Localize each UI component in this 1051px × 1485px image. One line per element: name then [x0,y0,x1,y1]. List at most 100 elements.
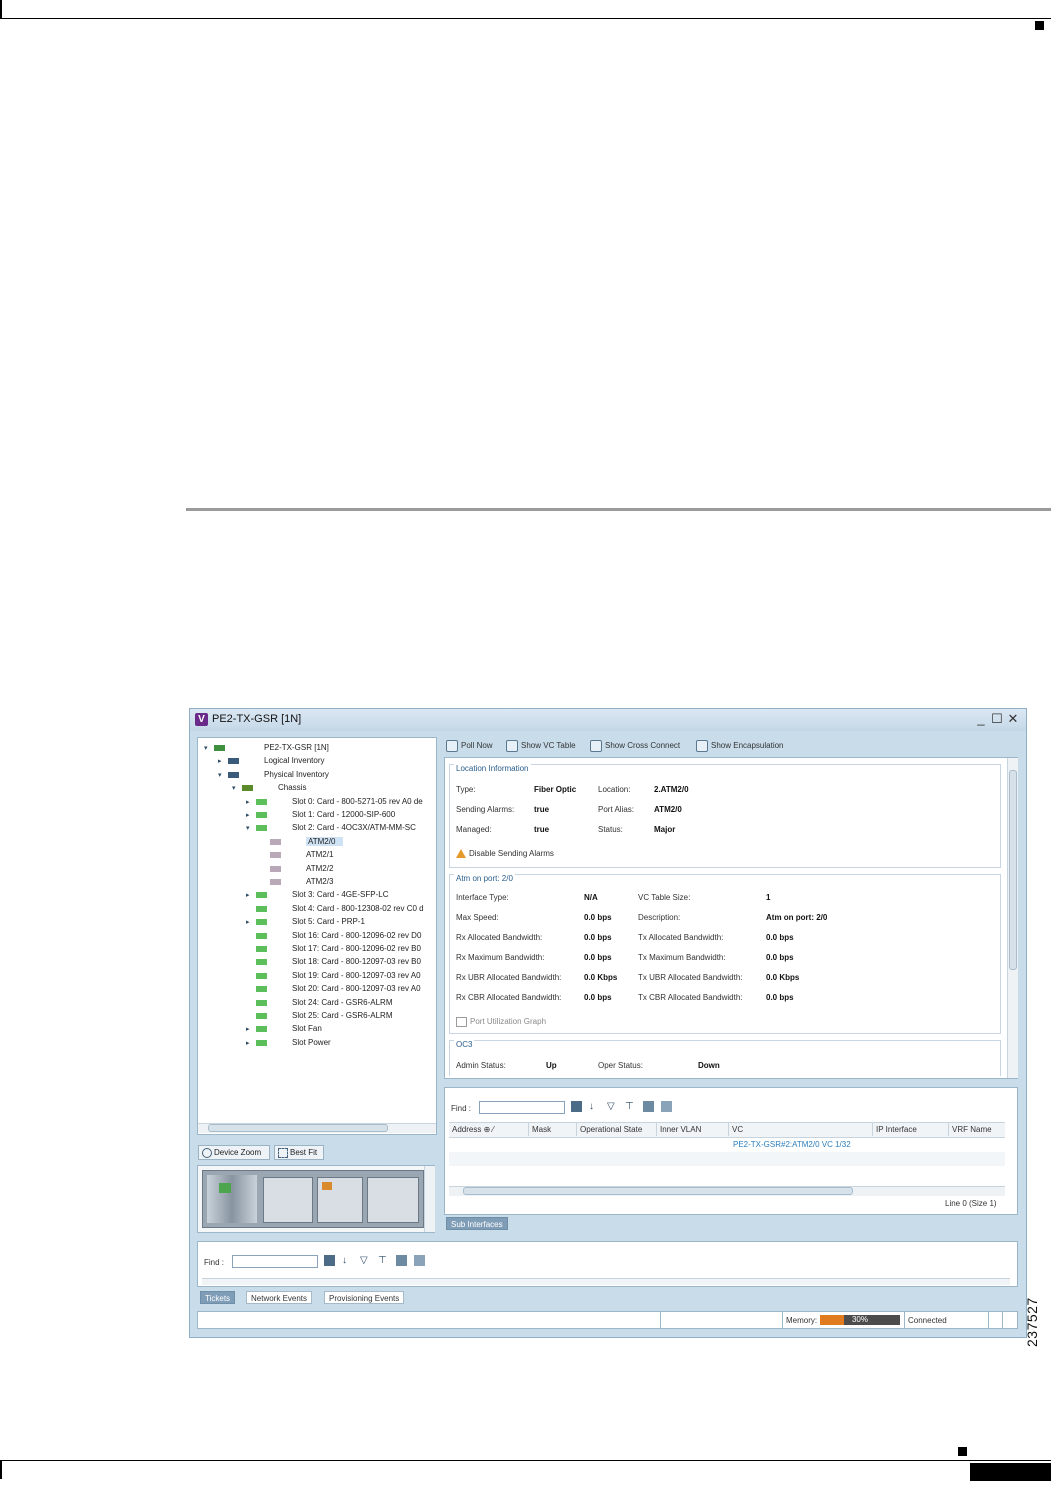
tree-item[interactable]: Slot 19: Card - 800-12097-03 rev A0 [198,970,436,983]
tree-item[interactable]: ATM2/1 [198,849,436,862]
filter-icon[interactable]: ▽ [360,1255,371,1266]
column-header-address[interactable]: Address ⊕ ⁄ [449,1123,529,1136]
show-encapsulation-button[interactable]: Show Encapsulation [696,740,784,752]
port-utilization-graph-link[interactable]: Port Utilization Graph [456,1017,546,1027]
show-vc-table-button[interactable]: Show VC Table [506,740,576,752]
tree-item[interactable]: ▾ Physical Inventory [198,769,436,782]
poll-now-button[interactable]: Poll Now [446,740,493,752]
table-horizontal-scrollbar[interactable] [449,1186,1005,1196]
table-row[interactable]: PE2-TX-GSR#2:ATM2/0 VC 1/32 [449,1138,1005,1151]
advanced-filter-icon[interactable]: ⊤ [625,1101,636,1112]
status-divider [988,1312,989,1328]
fit-icon [278,1147,288,1158]
tree-item[interactable]: ▸ Slot 1: Card - 12000-SIP-600 [198,809,436,822]
disable-alarms-link[interactable]: Disable Sending Alarms [456,849,554,859]
expand-arrow-icon[interactable]: ▸ [246,1025,250,1033]
collapse-arrow-icon[interactable]: ▾ [246,824,250,832]
tree-item[interactable]: Slot 18: Card - 800-12097-03 rev B0 [198,956,436,969]
map-vertical-scrollbar[interactable] [424,1166,435,1232]
expand-arrow-icon[interactable]: ▸ [246,798,250,806]
device-zoom-button[interactable]: Device Zoom [198,1145,270,1160]
sort-icon[interactable]: ↓ [342,1255,353,1266]
refresh-icon [446,740,458,752]
tab-sub-interfaces[interactable]: Sub Interfaces [446,1217,508,1230]
column-header-vrf-name[interactable]: VRF Name [949,1123,1005,1136]
footer-rule [0,1460,1051,1461]
port-utilization-graph-label: Port Utilization Graph [470,1017,547,1027]
card-icon [256,905,267,912]
export-icon[interactable] [324,1255,335,1266]
expand-arrow-icon[interactable]: ▸ [246,918,250,926]
expand-arrow-icon[interactable]: ▸ [246,891,250,899]
graph-icon [456,1017,467,1027]
tree-item[interactable]: ▸ Slot Fan [198,1023,436,1036]
expand-arrow-icon[interactable]: ▸ [218,757,222,765]
tab-network-events[interactable]: Network Events [246,1291,313,1304]
scrollbar-thumb[interactable] [463,1187,853,1195]
memory-percent: 30% [851,1315,868,1324]
columns-icon[interactable] [643,1101,654,1112]
column-header-inner-vlan[interactable]: Inner VLAN [657,1123,729,1136]
tree-item[interactable]: ▾ Chassis [198,782,436,795]
find-input[interactable] [232,1255,318,1268]
logical-inventory-icon [228,758,239,765]
vc-cell[interactable]: PE2-TX-GSR#2:ATM2/0 VC 1/32 [733,1140,851,1149]
tree-item[interactable]: ▸ Slot 0: Card - 800-5271-05 rev A0 de [198,796,436,809]
tree-item[interactable]: Slot 4: Card - 800-12308-02 rev C0 d [198,903,436,916]
tree-item[interactable]: Slot 16: Card - 800-12096-02 rev D0 [198,930,436,943]
column-header-vc[interactable]: VC [729,1123,873,1136]
tab-provisioning-events[interactable]: Provisioning Events [324,1291,405,1304]
properties-vertical-scrollbar[interactable] [1007,758,1018,1078]
tree-item[interactable]: ▸ Slot 5: Card - PRP-1 [198,916,436,929]
minimize-button[interactable]: _ [974,711,988,726]
scrollbar-thumb[interactable] [208,1124,388,1132]
expand-arrow-icon[interactable]: ▸ [246,811,250,819]
scrollbar-thumb[interactable] [1009,770,1017,970]
rx-ubr-value: 0.0 Kbps [584,973,618,982]
tree-item[interactable]: Slot 25: Card - GSR6-ALRM [198,1010,436,1023]
column-header-operational-state[interactable]: Operational State [577,1123,657,1136]
status-divider [904,1312,905,1328]
tree-item[interactable]: Slot 17: Card - 800-12096-02 rev B0 [198,943,436,956]
print-icon[interactable] [661,1101,672,1112]
tree-item[interactable]: ▾ Slot 2: Card - 4OC3X/ATM-MM-SC [198,822,436,835]
card-icon [256,986,267,993]
columns-icon[interactable] [396,1255,407,1266]
column-header-mask[interactable]: Mask [529,1123,577,1136]
port-alias-label: Port Alias: [598,805,635,814]
collapse-arrow-icon[interactable]: ▾ [218,771,222,779]
tree-item-label: Slot 18: Card - 800-12097-03 rev B0 [292,957,421,967]
tree-item[interactable]: ▸ Slot 3: Card - 4GE-SFP-LC [198,889,436,902]
best-fit-button[interactable]: Best Fit [274,1145,324,1160]
tree-item[interactable]: ▸ Slot Power [198,1037,436,1050]
tree-item[interactable]: Slot 20: Card - 800-12097-03 rev A0 [198,983,436,996]
tree-item-label: Slot 16: Card - 800-12096-02 rev D0 [292,930,422,940]
advanced-filter-icon[interactable]: ⊤ [378,1255,389,1266]
show-cross-connect-button[interactable]: Show Cross Connect [590,740,680,752]
print-icon[interactable] [414,1255,425,1266]
tree-horizontal-scrollbar[interactable] [198,1123,436,1133]
sort-icon[interactable]: ↓ [589,1101,600,1112]
tx-allocated-value: 0.0 bps [766,933,794,942]
oc3-section: OC3 Admin Status: Up Oper Status: Down [449,1040,1001,1076]
collapse-arrow-icon[interactable]: ▾ [204,744,208,752]
export-icon[interactable] [571,1101,582,1112]
maximize-button[interactable]: ☐ [990,711,1004,727]
tree-item[interactable]: ▸ Logical Inventory [198,755,436,768]
collapse-arrow-icon[interactable]: ▾ [232,784,236,792]
column-header-ip-interface[interactable]: IP Interface [873,1123,949,1136]
admin-status-value: Up [546,1061,557,1070]
tab-tickets[interactable]: Tickets [200,1291,236,1304]
events-toolbar: ↓ ▽ ⊤ [324,1255,454,1267]
tree-item[interactable]: ATM2/3 [198,876,436,889]
tree-item[interactable]: ATM2/0 [198,836,436,849]
tree-item[interactable]: ▾ PE2-TX-GSR [1N] [198,742,436,755]
tree-item[interactable]: ATM2/2 [198,863,436,876]
filter-icon[interactable]: ▽ [607,1101,618,1112]
table-icon [696,740,708,752]
chassis-graphic[interactable] [202,1170,424,1228]
close-button[interactable]: ✕ [1006,711,1020,727]
find-input[interactable] [479,1101,565,1114]
expand-arrow-icon[interactable]: ▸ [246,1039,250,1047]
tree-item[interactable]: Slot 24: Card - GSR6-ALRM [198,997,436,1010]
